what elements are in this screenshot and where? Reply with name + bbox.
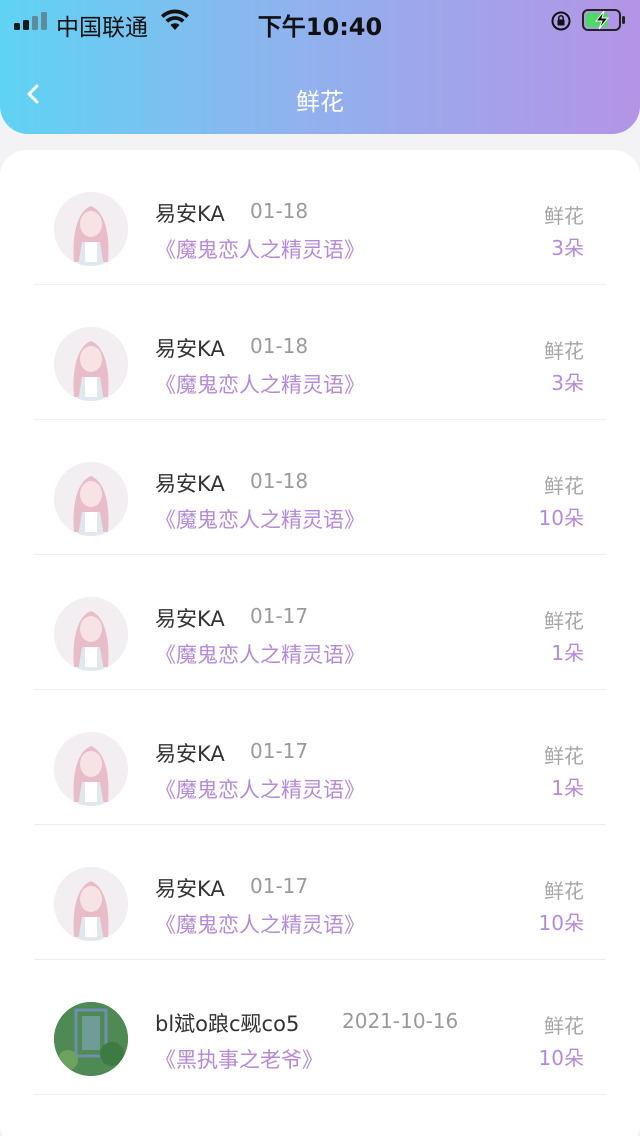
avatar[interactable] — [54, 462, 128, 536]
user-name: bl斌o踉c觋co5 — [155, 1012, 300, 1036]
avatar[interactable] — [54, 327, 128, 401]
list-item[interactable]: 易安KA 01-17 《魔鬼恋人之精灵语》 鲜花 1朵 — [0, 690, 640, 825]
avatar[interactable] — [54, 597, 128, 671]
divider — [34, 1094, 606, 1095]
flower-records-list: 易安KA 01-18 《魔鬼恋人之精灵语》 鲜花 3朵 易安KA 01-18 《魔鬼恋人之精灵… — [0, 150, 640, 1136]
status-bar: 中国联通 下午10:40 — [0, 0, 640, 44]
book-title[interactable]: 《黑执事之老爷》 — [155, 1044, 323, 1074]
avatar[interactable] — [54, 192, 128, 266]
user-name: 易安KA — [155, 202, 225, 226]
header-bar: 中国联通 下午10:40 鲜花 — [0, 0, 640, 134]
battery-charging-icon — [582, 9, 625, 31]
page-title: 鲜花 — [296, 88, 344, 116]
gift-type-label: 鲜花 — [544, 339, 584, 363]
gift-type-label: 鲜花 — [544, 744, 584, 768]
gift-date: 01-17 — [250, 739, 309, 763]
clock: 下午10:40 — [257, 13, 383, 41]
book-title[interactable]: 《魔鬼恋人之精灵语》 — [155, 369, 365, 399]
gift-type-label: 鲜花 — [544, 609, 584, 633]
user-name: 易安KA — [155, 472, 225, 496]
gift-type-label: 鲜花 — [544, 1014, 584, 1038]
list-item[interactable]: 易安KA 01-18 《魔鬼恋人之精灵语》 鲜花 10朵 — [0, 420, 640, 555]
gift-type-label: 鲜花 — [544, 474, 584, 498]
list-item[interactable]: 易安KA 01-18 《魔鬼恋人之精灵语》 鲜花 3朵 — [0, 285, 640, 420]
list-item[interactable]: 易安KA 01-17 《魔鬼恋人之精灵语》 鲜花 10朵 — [0, 825, 640, 960]
orientation-lock-icon — [551, 11, 571, 31]
avatar[interactable] — [54, 1002, 128, 1076]
gift-date: 2021-10-16 — [342, 1009, 459, 1033]
user-name: 易安KA — [155, 607, 225, 631]
list-item[interactable]: 易安KA 01-17 《魔鬼恋人之精灵语》 鲜花 1朵 — [0, 555, 640, 690]
flower-count: 10朵 — [538, 911, 584, 935]
list-item[interactable]: bl斌o踉c觋co5 2021-10-16 《黑执事之老爷》 鲜花 10朵 — [0, 960, 640, 1095]
list-item[interactable]: 易安KA 01-18 《魔鬼恋人之精灵语》 鲜花 3朵 — [0, 150, 640, 285]
book-title[interactable]: 《魔鬼恋人之精灵语》 — [155, 234, 365, 264]
flower-count: 3朵 — [551, 236, 584, 260]
book-title[interactable]: 《魔鬼恋人之精灵语》 — [155, 639, 365, 669]
avatar[interactable] — [54, 732, 128, 806]
gift-type-label: 鲜花 — [544, 879, 584, 903]
flower-count: 10朵 — [538, 506, 584, 530]
user-name: 易安KA — [155, 337, 225, 361]
gift-type-label: 鲜花 — [544, 204, 584, 228]
gift-date: 01-17 — [250, 604, 309, 628]
user-name: 易安KA — [155, 877, 225, 901]
book-title[interactable]: 《魔鬼恋人之精灵语》 — [155, 504, 365, 534]
flower-count: 10朵 — [538, 1046, 584, 1070]
user-name: 易安KA — [155, 742, 225, 766]
gift-date: 01-18 — [250, 469, 309, 493]
gift-date: 01-18 — [250, 334, 309, 358]
gift-date: 01-17 — [250, 874, 309, 898]
flower-count: 3朵 — [551, 371, 584, 395]
flower-count: 1朵 — [551, 776, 584, 800]
book-title[interactable]: 《魔鬼恋人之精灵语》 — [155, 774, 365, 804]
flower-count: 1朵 — [551, 641, 584, 665]
gift-date: 01-18 — [250, 199, 309, 223]
avatar[interactable] — [54, 867, 128, 941]
book-title[interactable]: 《魔鬼恋人之精灵语》 — [155, 909, 365, 939]
